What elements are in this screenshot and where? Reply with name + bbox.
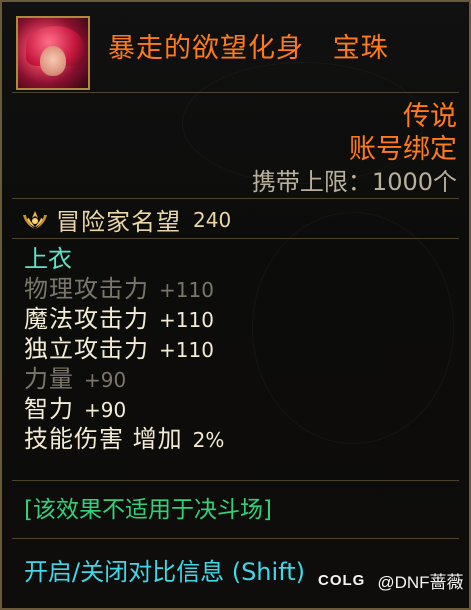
- divider: [12, 480, 459, 481]
- stat-name: 独立攻击力: [24, 335, 149, 363]
- stat-value: +90: [84, 398, 127, 422]
- fame-value: 240: [193, 207, 232, 232]
- stat-row: 技能伤害 增加 2%: [24, 424, 224, 454]
- equipment-slot: 上衣: [24, 245, 72, 273]
- pvp-exclusion-note: [该效果不适用于决斗场]: [24, 497, 272, 523]
- stat-name: 智力: [24, 395, 74, 423]
- stat-value: +110: [159, 338, 214, 362]
- item-binding: 账号绑定: [349, 134, 457, 165]
- divider: [12, 92, 459, 93]
- stat-row: 智力 +90: [24, 394, 224, 424]
- stat-name: 力量: [24, 365, 74, 393]
- stat-name: 物理攻击力: [24, 275, 149, 303]
- divider: [12, 538, 459, 539]
- stat-row: 独立攻击力 +110: [24, 334, 224, 364]
- stat-row: 物理攻击力 +110: [24, 274, 224, 304]
- stat-value: +110: [159, 308, 214, 332]
- stats-list: 上衣 物理攻击力 +110 魔法攻击力 +110 独立攻击力 +110 力量 +…: [24, 244, 224, 454]
- laurel-crest-icon: [23, 210, 47, 229]
- background-decoration: [252, 212, 454, 444]
- stat-name: 魔法攻击力: [24, 305, 149, 333]
- adventurer-fame: 冒险家名望 240: [20, 202, 231, 237]
- divider: [12, 198, 459, 199]
- stat-value: 2%: [192, 428, 225, 452]
- carry-limit: 携带上限：1000个: [251, 168, 457, 196]
- stat-value: +90: [84, 368, 127, 392]
- watermark-logo: COLG: [318, 572, 366, 589]
- watermark-handle: @DNF蔷薇: [377, 573, 464, 592]
- stat-name: 技能伤害 增加: [24, 425, 183, 453]
- fame-label: 冒险家名望: [56, 208, 181, 236]
- character-portrait-icon: [16, 16, 90, 90]
- stat-value: +110: [159, 278, 214, 302]
- stat-row: 力量 +90: [24, 364, 224, 394]
- item-name: 暴走的欲望化身 宝珠: [108, 33, 389, 64]
- divider: [12, 238, 459, 239]
- watermark: COLG @DNF蔷薇: [318, 568, 464, 593]
- compare-toggle-hint[interactable]: 开启/关闭对比信息 (Shift): [24, 552, 305, 587]
- item-tooltip: 暴走的欲望化身 宝珠 传说 账号绑定 携带上限：1000个 冒险家名望 240 …: [0, 0, 471, 610]
- stat-row: 魔法攻击力 +110: [24, 304, 224, 334]
